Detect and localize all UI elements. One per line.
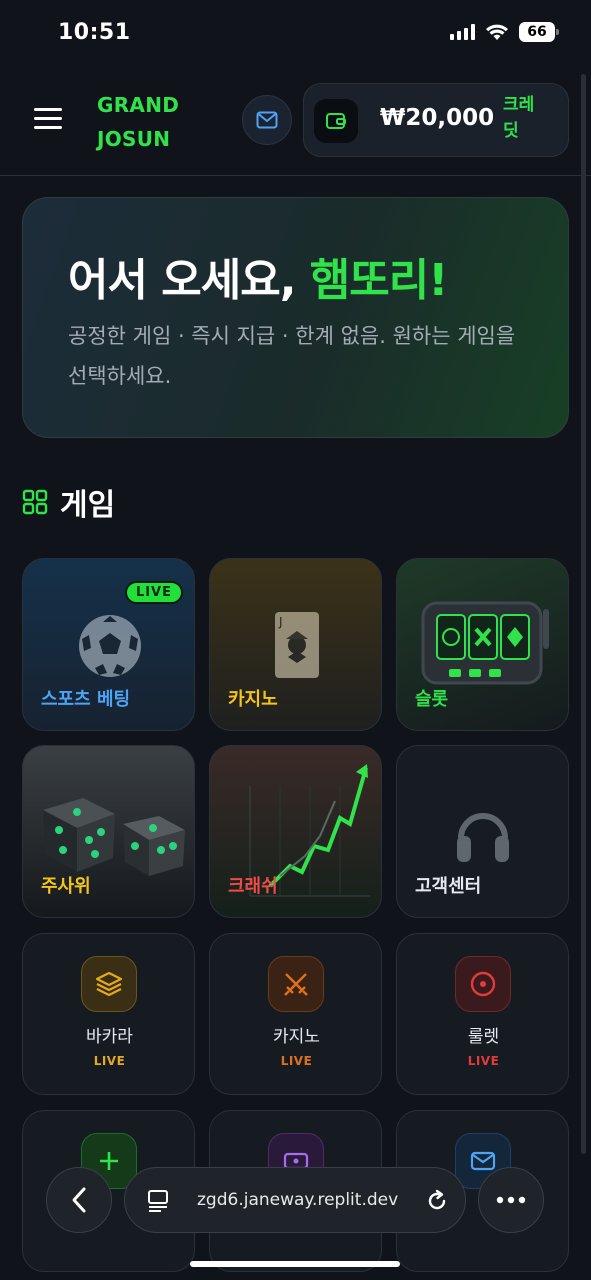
card-label: 카지노 [273,1027,320,1047]
swords-icon [268,956,324,1012]
brand-logo[interactable]: GRAND JOSUN [97,88,179,156]
target-icon [455,956,511,1012]
card-label: 크래쉬 [228,876,278,897]
status-time: 10:51 [58,20,131,45]
credit-label: 크레딧 [503,95,535,141]
messages-button[interactable] [242,95,292,145]
section-title: 게임 [60,488,116,523]
wallet-icon [314,99,358,143]
live-label: LIVE [467,1054,500,1068]
card-label: 슬롯 [415,689,449,710]
welcome-prefix: 어서 오세요, [68,255,310,306]
card-label: 바카라 [86,1027,133,1047]
games-section-header: 게임 [22,480,115,524]
svg-text:J: J [278,615,283,629]
dice-icon [43,798,185,876]
card-label: 카지노 [228,689,278,710]
scrollbar[interactable] [581,74,586,1154]
welcome-banner: 어서 오세요, 햄또리! 공정한 게임 · 즉시 지급 · 한계 없음. 원하는… [22,197,569,438]
home-indicator [190,1261,400,1267]
card-label: 룰렛 [467,1027,500,1047]
balance-amount: ₩20,000 [380,105,495,131]
joker-card-icon: J [275,612,319,678]
card-casino-live[interactable]: 카지노 LIVE [209,933,382,1095]
logo-line-2: JOSUN [97,127,171,151]
welcome-title: 어서 오세요, 햄또리! [68,244,449,308]
live-label: LIVE [280,1054,313,1068]
tabs-icon [148,1190,168,1212]
wallet-balance[interactable]: ₩20,000 크레딧 [303,83,569,157]
card-dice[interactable]: 주사위 [22,745,195,918]
card-label: 고객센터 [415,876,482,897]
card-label: 스포츠 베팅 [41,689,131,710]
mail-icon [256,111,278,129]
welcome-subtitle: 공정한 게임 · 즉시 지급 · 한계 없음. 원하는 게임을 선택하세요. [68,324,516,388]
username: 햄또리! [309,255,449,306]
live-label: LIVE [93,1054,126,1068]
card-roulette[interactable]: 룰렛 LIVE [396,933,569,1095]
logo-line-1: GRAND [97,93,180,117]
card-customer-center[interactable]: 고객센터 [396,745,569,918]
status-bar: 10:51 66 [0,0,591,66]
card-casino[interactable]: J 카지노 [209,558,382,731]
chevron-left-icon [72,1187,86,1213]
grid-icon [22,489,48,515]
more-options-button[interactable] [478,1167,544,1233]
cellular-signal-icon [450,24,475,40]
status-icons: 66 [450,22,559,42]
card-crash[interactable]: 크래쉬 [209,745,382,918]
hamburger-menu-icon[interactable] [34,106,64,132]
card-sports-betting[interactable]: LIVE 스포츠 베팅 [22,558,195,731]
card-label: 주사위 [41,876,91,897]
card-slots[interactable]: 슬롯 [396,558,569,731]
layers-icon [81,956,137,1012]
back-button[interactable] [46,1167,112,1233]
card-baccarat[interactable]: 바카라 LIVE [22,933,195,1095]
wifi-icon [486,24,508,40]
more-dots-icon [496,1196,526,1204]
reload-icon[interactable] [425,1189,449,1213]
live-badge: LIVE [124,581,183,604]
headphones-icon [457,813,509,862]
url-text: zgd6.janeway.replit.dev [197,1190,399,1210]
soccer-ball-icon [79,615,141,677]
page: 10:51 66 GRAND JOSUN ₩20,000 크레딧 어서 오세요,… [0,0,591,1280]
slot-machine-icon [421,601,549,685]
app-header: GRAND JOSUN ₩20,000 크레딧 [0,66,591,176]
url-bar[interactable]: zgd6.janeway.replit.dev [124,1167,466,1233]
battery-icon: 66 [519,22,559,42]
